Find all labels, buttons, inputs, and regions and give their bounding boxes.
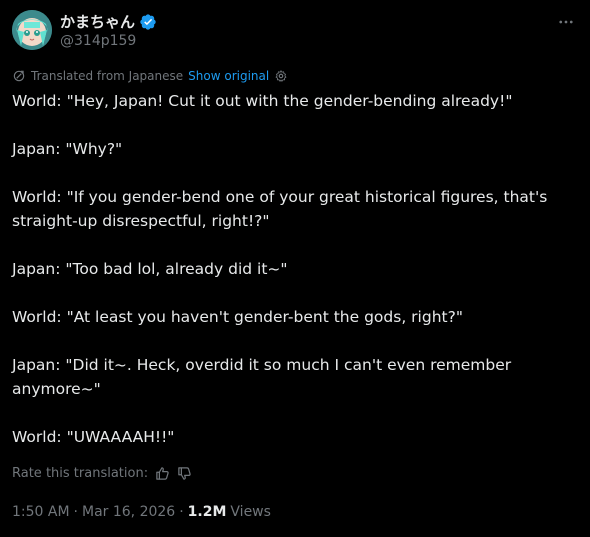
views-count: 1.2M [187, 504, 227, 520]
views-label: Views [230, 504, 271, 520]
tweet-header: かまちゃん @314p159 [12, 10, 578, 54]
meta-separator: · [73, 504, 78, 520]
translation-label: Translated from Japanese [31, 69, 184, 83]
tweet-meta: 1:50 AM · Mar 16, 2026 · 1.2M Views [12, 502, 271, 522]
tweet-line: Japan: "Too bad lol, already did it~" [12, 260, 288, 278]
meta-separator: · [179, 504, 184, 520]
tweet-line: World: "Hey, Japan! Cut it out with the … [12, 92, 513, 110]
tweet-line: World: "At least you haven't gender-bent… [12, 308, 463, 326]
tweet-line: World: "If you gender-bend one of your g… [12, 188, 548, 230]
more-options-button[interactable] [556, 12, 576, 32]
tweet-text: World: "Hey, Japan! Cut it out with the … [12, 89, 572, 449]
tweet-time[interactable]: 1:50 AM [12, 504, 70, 520]
thumbs-up-icon [155, 466, 169, 480]
thumbs-down-button[interactable] [176, 465, 192, 481]
tweet-date[interactable]: Mar 16, 2026 [82, 504, 175, 520]
translation-notice: Translated from Japanese Show original [12, 67, 288, 85]
avatar[interactable] [12, 10, 52, 50]
gear-icon[interactable] [274, 69, 288, 83]
thumbs-down-icon [177, 466, 191, 480]
translate-icon [13, 70, 25, 82]
tweet-post: かまちゃん @314p159 Translated from Japanese [0, 0, 590, 537]
tweet-line: World: "UWAAAAH!!" [12, 428, 175, 446]
verified-badge-icon [139, 13, 157, 31]
more-horizontal-icon [559, 20, 573, 24]
rate-translation-label: Rate this translation: [12, 465, 149, 481]
tweet-line: Japan: "Why?" [12, 140, 123, 158]
thumbs-up-button[interactable] [154, 465, 170, 481]
author-handle[interactable]: @314p159 [60, 32, 136, 50]
avatar-image [12, 10, 52, 50]
tweet-line: Japan: "Did it~. Heck, overdid it so muc… [12, 356, 512, 398]
author-name-row: かまちゃん [60, 12, 157, 32]
author-display-name[interactable]: かまちゃん [60, 12, 135, 32]
show-original-link[interactable]: Show original [188, 69, 269, 83]
rate-translation: Rate this translation: [12, 463, 192, 483]
